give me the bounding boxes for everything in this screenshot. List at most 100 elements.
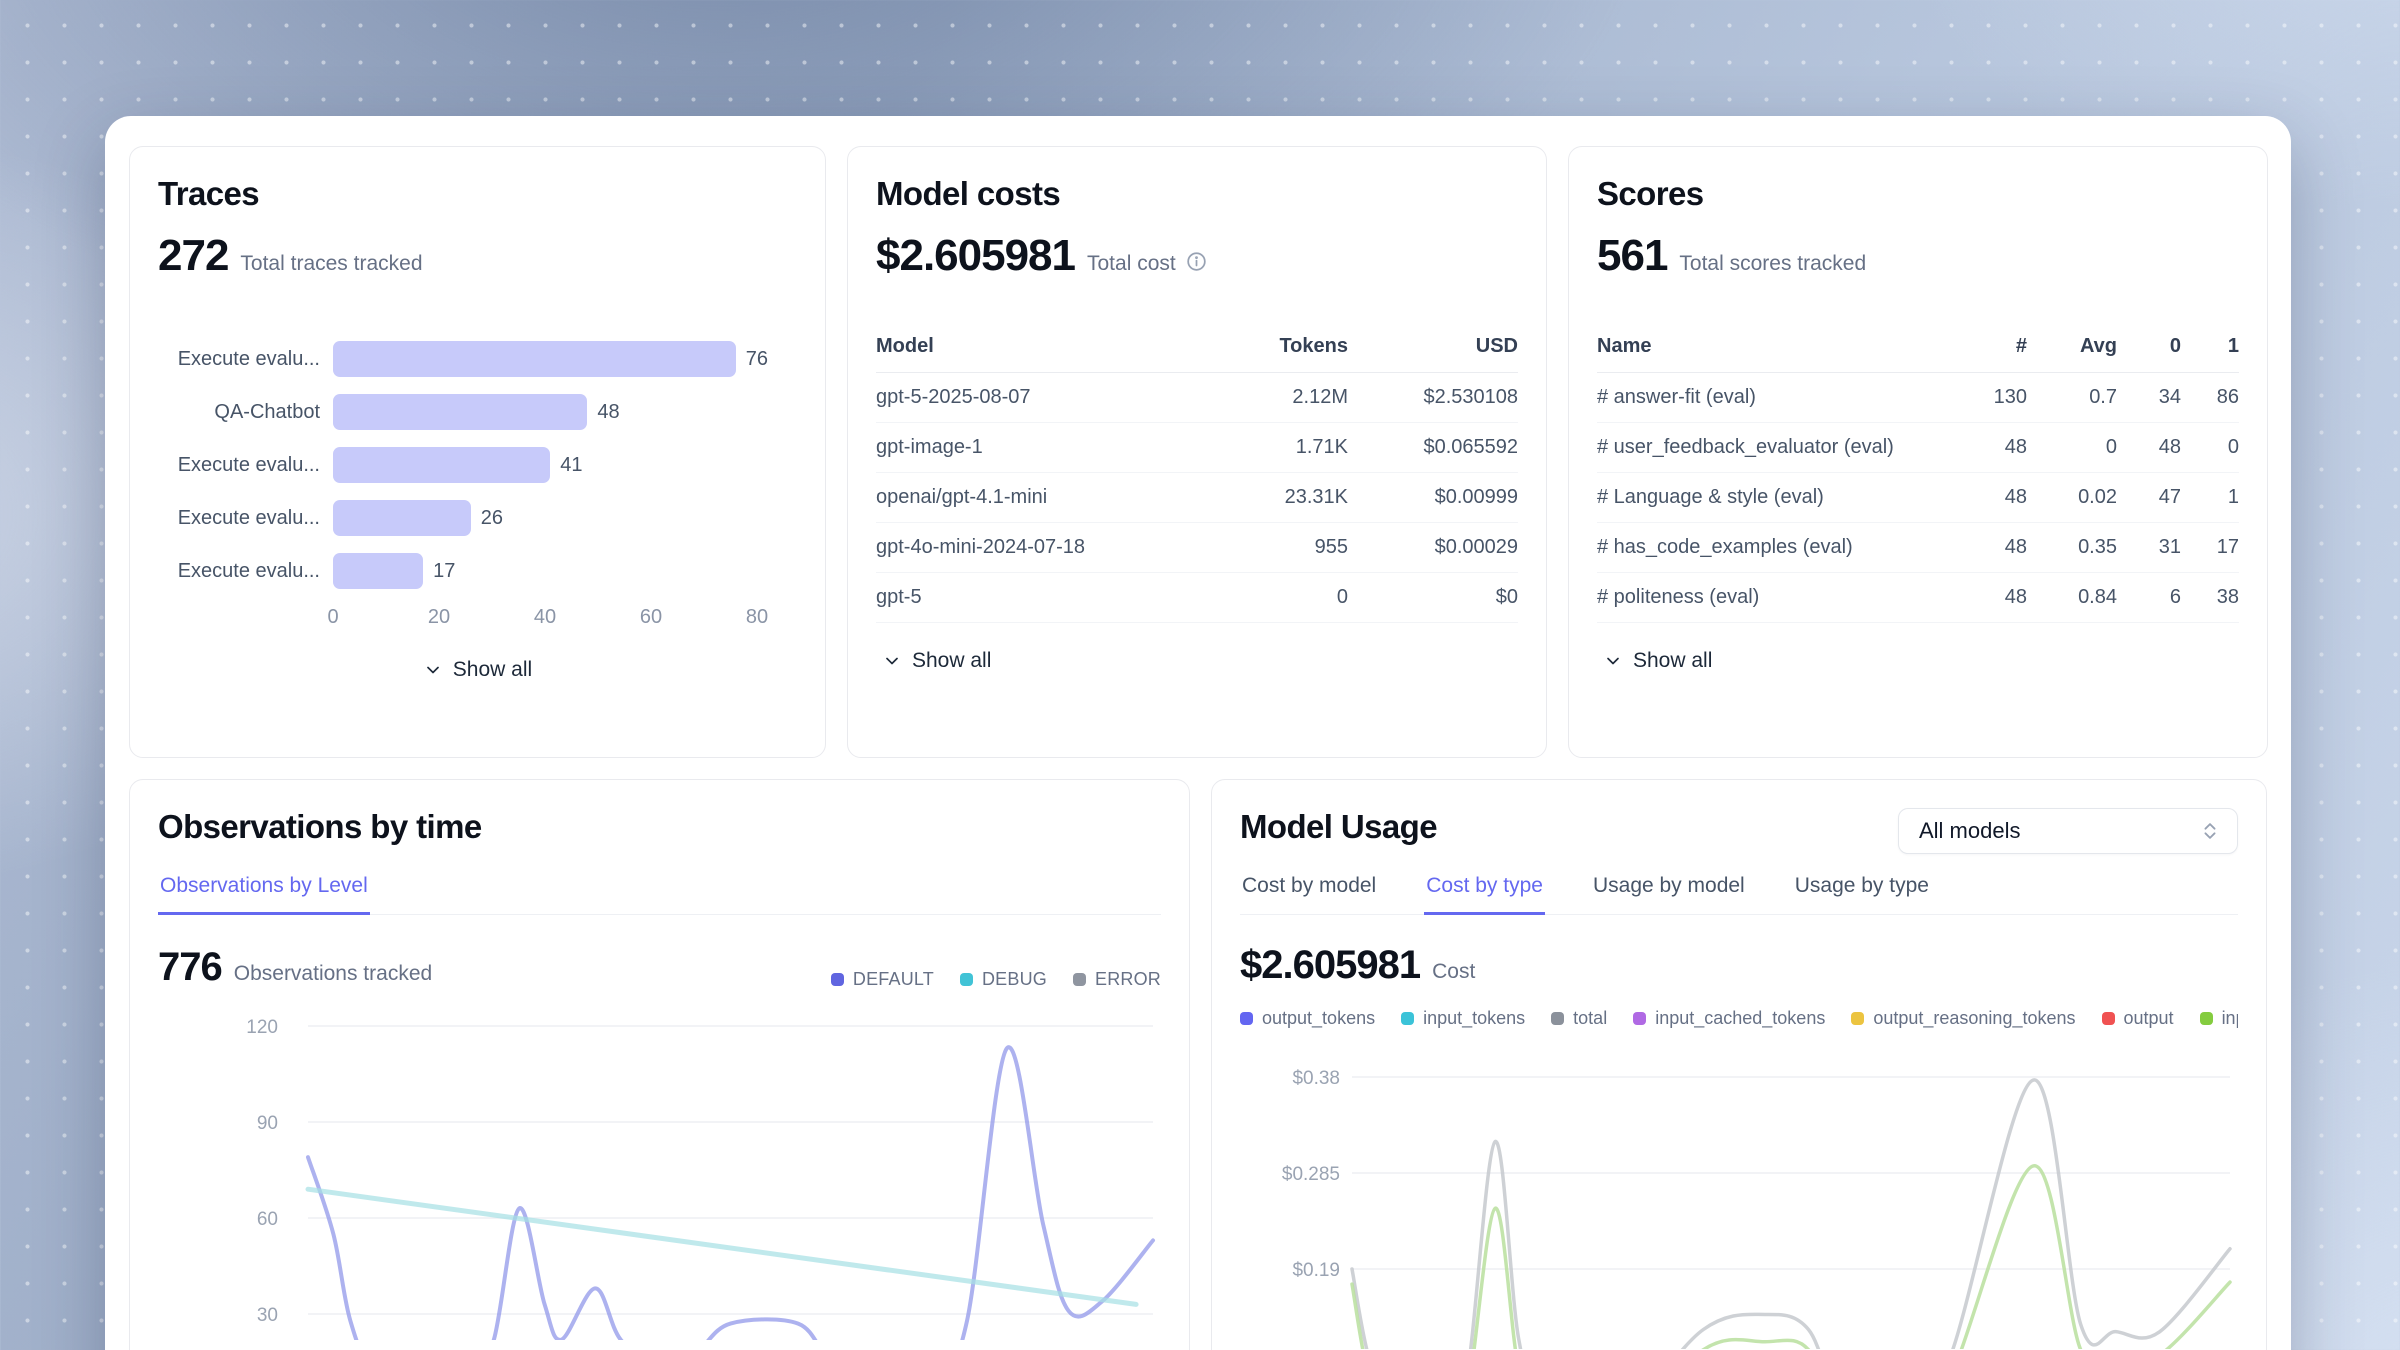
model-cost-row: gpt-50$0: [876, 573, 1518, 623]
row-value-cell: 34: [2117, 386, 2181, 409]
trace-bar-track: 48: [333, 394, 797, 430]
legend-swatch: [1851, 1012, 1864, 1025]
legend-swatch: [960, 973, 973, 986]
total-cost-value: $2.605981: [876, 231, 1075, 281]
model-costs-show-all-button[interactable]: Show all: [882, 649, 991, 673]
series-line-debug: [308, 1189, 1136, 1304]
scores-card: Scores 561 Total scores tracked Name#Avg…: [1568, 146, 2268, 758]
traces-show-all-button[interactable]: Show all: [423, 658, 532, 682]
model-costs-card-title: Model costs: [876, 175, 1518, 213]
tab-observations-by-level[interactable]: Observations by Level: [158, 874, 370, 915]
trace-bar-row: Execute evalu... 26: [158, 500, 797, 536]
score-row: # Language & style (eval)480.02471: [1597, 473, 2239, 523]
usage-cost-value: $2.605981: [1240, 943, 1420, 988]
row-value-cell: 17: [2181, 536, 2239, 559]
row-value-cell: 48: [1947, 536, 2027, 559]
trace-bar-label: QA-Chatbot: [158, 401, 320, 424]
observations-card-title: Observations by time: [158, 808, 1161, 846]
trace-bar-label: Execute evalu...: [158, 507, 320, 530]
model-usage-card: Model Usage All models Cost by modelCost…: [1211, 779, 2267, 1350]
series-line-total: [1352, 1080, 2230, 1349]
trace-bar: [333, 500, 471, 536]
observations-total-value: 776: [158, 945, 222, 990]
observations-tabs: Observations by Level: [158, 874, 1161, 915]
legend-item-total: total: [1551, 1008, 1607, 1029]
observations-stat-row: 776 Observations tracked DEFAULTDEBUGERR…: [158, 945, 1161, 990]
model-costs-show-all-label: Show all: [912, 649, 991, 673]
y-axis-label: 60: [257, 1209, 278, 1230]
info-icon[interactable]: [1186, 251, 1207, 277]
row-name-cell: # user_feedback_evaluator (eval): [1597, 436, 1947, 459]
row-value-cell: 1: [2181, 486, 2239, 509]
traces-total-label: Total traces tracked: [240, 252, 422, 276]
row-name-cell: # answer-fit (eval): [1597, 386, 1947, 409]
row-value-cell: 86: [2181, 386, 2239, 409]
row-value-cell: 0: [2181, 436, 2239, 459]
model-usage-header: Model Usage All models: [1240, 808, 2238, 854]
row-value-cell: 0: [2027, 436, 2117, 459]
chevron-down-icon: [1603, 651, 1623, 671]
x-axis-tick: 20: [428, 606, 450, 629]
legend-swatch: [1073, 973, 1086, 986]
trace-bar-track: 41: [333, 447, 797, 483]
y-axis-label: $0.285: [1282, 1164, 1340, 1185]
trace-bar: [333, 394, 587, 430]
score-row: # user_feedback_evaluator (eval)480480: [1597, 423, 2239, 473]
chevron-down-icon: [423, 660, 443, 680]
legend-label: ERROR: [1095, 969, 1161, 990]
trace-bar: [333, 341, 736, 377]
legend-label: total: [1573, 1008, 1607, 1029]
observations-legend: DEFAULTDEBUGERROR: [831, 969, 1161, 990]
row-name-cell: gpt-5-2025-08-07: [876, 386, 1173, 409]
tab-usage-by-type[interactable]: Usage by type: [1793, 874, 1931, 915]
x-axis-tick: 40: [534, 606, 556, 629]
scores-card-title: Scores: [1597, 175, 2239, 213]
legend-label: output_tokens: [1262, 1008, 1375, 1029]
tab-cost-by-type[interactable]: Cost by type: [1424, 874, 1545, 915]
y-axis-label: 120: [246, 1017, 278, 1038]
legend-item-error: ERROR: [1073, 969, 1161, 990]
model-costs-table: ModelTokensUSDgpt-5-2025-08-072.12M$2.53…: [876, 335, 1518, 623]
row-value-cell: 0.02: [2027, 486, 2117, 509]
model-filter-select[interactable]: All models: [1898, 808, 2238, 854]
legend-label: input_tokens: [1423, 1008, 1525, 1029]
chevron-up-down-icon: [2199, 820, 2221, 842]
traces-show-all-label: Show all: [453, 658, 532, 682]
column-header: Tokens: [1173, 335, 1348, 358]
legend-item-debug: DEBUG: [960, 969, 1047, 990]
model-usage-line-chart: $0.38$0.285$0.19: [1240, 1063, 2236, 1349]
column-header: Name: [1597, 335, 1947, 358]
tab-cost-by-model[interactable]: Cost by model: [1240, 874, 1378, 915]
observations-total-label: Observations tracked: [234, 962, 432, 986]
row-value-cell: 31: [2117, 536, 2181, 559]
trace-bar-value: 26: [481, 507, 503, 530]
trace-bar-track: 26: [333, 500, 797, 536]
row-value-cell: $0.065592: [1348, 436, 1518, 459]
model-cost-row: gpt-image-11.71K$0.065592: [876, 423, 1518, 473]
tab-usage-by-model[interactable]: Usage by model: [1591, 874, 1747, 915]
series-line-default: [308, 1047, 1153, 1340]
trace-bar-row: Execute evalu...41: [158, 447, 797, 483]
traces-card: Traces 272 Total traces tracked Execute …: [129, 146, 826, 758]
row-value-cell: 1.71K: [1173, 436, 1348, 459]
legend-swatch: [1633, 1012, 1646, 1025]
row-value-cell: 0.35: [2027, 536, 2117, 559]
scores-show-all-button[interactable]: Show all: [1603, 649, 1712, 673]
row-value-cell: 48: [1947, 436, 2027, 459]
y-axis-label: $0.19: [1292, 1260, 1340, 1281]
row-value-cell: $0: [1348, 586, 1518, 609]
row-name-cell: openai/gpt-4.1-mini: [876, 486, 1173, 509]
column-header: 1: [2181, 335, 2239, 358]
row-name-cell: gpt-5: [876, 586, 1173, 609]
table-header-row: Name#Avg01: [1597, 335, 2239, 373]
row-value-cell: 47: [2117, 486, 2181, 509]
row-value-cell: 6: [2117, 586, 2181, 609]
score-row: # has_code_examples (eval)480.353117: [1597, 523, 2239, 573]
model-usage-tabs: Cost by model Cost by type Usage by model U…: [1240, 874, 2238, 915]
score-row: # politeness (eval)480.84638: [1597, 573, 2239, 623]
observations-stat: 776 Observations tracked: [158, 945, 432, 990]
row-value-cell: 48: [1947, 586, 2027, 609]
legend-item-input_tokens: input_tokens: [1401, 1008, 1525, 1029]
legend-label: output_reasoning_tokens: [1873, 1008, 2075, 1029]
model-usage-legend: output_tokensinput_tokenstotalinput_cach…: [1240, 1008, 2238, 1029]
